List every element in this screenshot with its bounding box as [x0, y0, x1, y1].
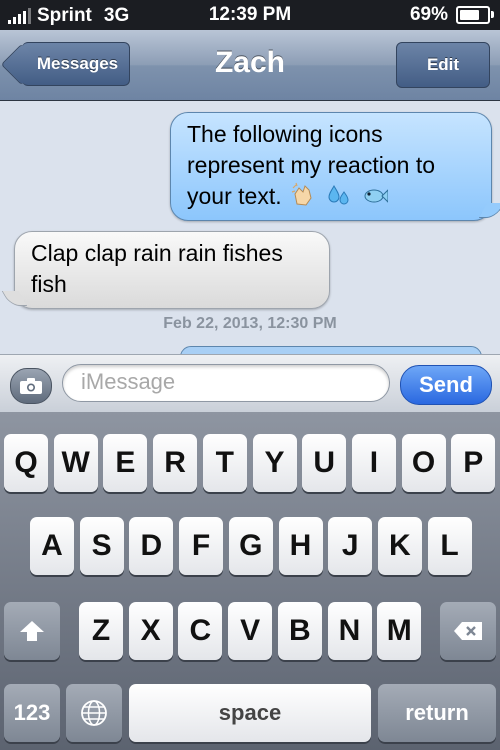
key-p[interactable]: P [451, 434, 496, 492]
key-l[interactable]: L [427, 517, 472, 575]
send-button[interactable]: Send [400, 365, 492, 405]
keyboard: QWERTYUIOP ASDFGHJKL ZXCVBNM 123 space r… [0, 412, 500, 750]
back-button-label: Messages [36, 54, 119, 73]
key-r[interactable]: R [153, 434, 198, 492]
space-key[interactable]: space [129, 684, 371, 742]
partially-visible-bubble [180, 346, 482, 354]
battery-info: 69% [409, 4, 494, 26]
key-e[interactable]: E [103, 434, 148, 492]
key-w[interactable]: W [53, 434, 98, 492]
compose-bar: iMessage Send [0, 354, 500, 413]
status-bar: Sprint 3G 12:39 PM 69% [0, 0, 500, 30]
incoming-message-bubble[interactable]: Clap clap rain rain fishes fish [1, 231, 330, 309]
key-g[interactable]: G [228, 517, 273, 575]
key-n[interactable]: N [327, 602, 372, 660]
key-f[interactable]: F [179, 517, 224, 575]
clapping-hands-icon [291, 182, 312, 206]
key-h[interactable]: H [278, 517, 323, 575]
key-i[interactable]: I [351, 434, 396, 492]
camera-icon [20, 378, 42, 394]
bubble-tail [1, 291, 28, 306]
key-b[interactable]: B [277, 602, 322, 660]
key-c[interactable]: C [178, 602, 223, 660]
key-k[interactable]: K [377, 517, 422, 575]
incoming-message-text: Clap clap rain rain fishes fish [31, 240, 283, 297]
battery-icon [456, 6, 494, 24]
key-a[interactable]: A [30, 517, 74, 575]
key-v[interactable]: V [228, 602, 273, 660]
numbers-key[interactable]: 123 [4, 684, 60, 742]
sweat-droplets-icon [328, 185, 349, 205]
shift-key[interactable] [4, 602, 60, 660]
globe-icon [81, 700, 107, 726]
edit-button[interactable]: Edit [396, 42, 490, 88]
delete-key[interactable] [440, 602, 496, 660]
shift-arrow-icon [20, 621, 44, 641]
message-thread[interactable]: The following icons represent my reactio… [0, 101, 500, 354]
return-key[interactable]: return [378, 684, 496, 742]
battery-percent: 69% [409, 4, 448, 25]
key-j[interactable]: J [328, 517, 373, 575]
outgoing-message-bubble[interactable]: The following icons represent my reactio… [170, 112, 500, 221]
key-s[interactable]: S [79, 517, 124, 575]
fish-icon [364, 189, 388, 203]
globe-key[interactable] [66, 684, 122, 742]
backspace-icon [454, 622, 482, 640]
key-y[interactable]: Y [252, 434, 297, 492]
navigation-bar: Messages Zach Edit [0, 30, 500, 101]
key-m[interactable]: M [377, 602, 422, 660]
key-z[interactable]: Z [79, 602, 123, 660]
message-input[interactable]: iMessage [62, 364, 390, 402]
key-o[interactable]: O [401, 434, 446, 492]
key-d[interactable]: D [129, 517, 174, 575]
camera-button[interactable] [10, 368, 52, 404]
key-u[interactable]: U [302, 434, 347, 492]
bubble-tail [478, 203, 500, 218]
key-t[interactable]: T [202, 434, 247, 492]
key-x[interactable]: X [128, 602, 173, 660]
message-timestamp: Feb 22, 2013, 12:30 PM [163, 315, 337, 332]
key-q[interactable]: Q [4, 434, 48, 492]
